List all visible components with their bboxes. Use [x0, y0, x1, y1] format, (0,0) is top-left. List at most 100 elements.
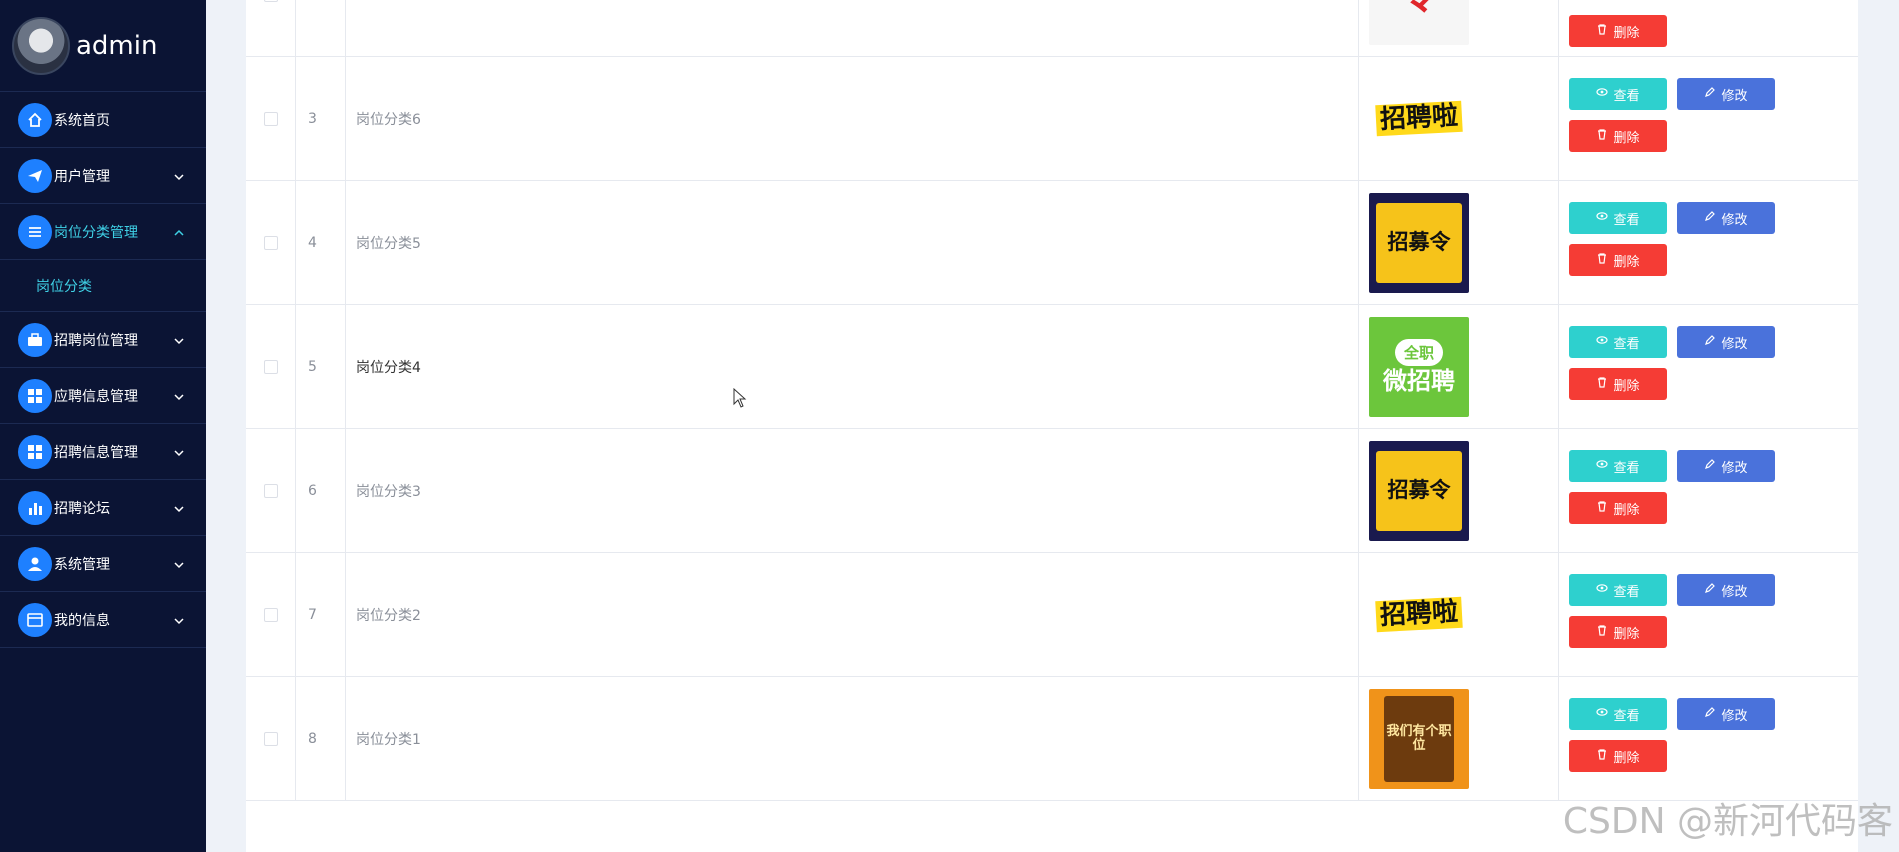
- sidebar-item-1[interactable]: 用户管理: [0, 148, 206, 204]
- sidebar-item-label: 招聘信息管理: [54, 444, 138, 461]
- sidebar-item-label: 我的信息: [54, 612, 110, 629]
- paper-plane-icon: [18, 158, 52, 193]
- avatar: [12, 16, 70, 75]
- chevron-down-icon: [172, 613, 186, 627]
- row-index: 7: [296, 553, 346, 676]
- edit-icon: [1704, 86, 1721, 102]
- trash-icon: [1596, 748, 1613, 764]
- edit-button[interactable]: 修改: [1677, 326, 1775, 358]
- sidebar-item-8[interactable]: 我的信息: [0, 592, 206, 648]
- delete-button[interactable]: 删除: [1569, 492, 1667, 524]
- trash-icon: [1596, 500, 1613, 516]
- edit-button[interactable]: 修改: [1677, 574, 1775, 606]
- view-button[interactable]: 查看: [1569, 574, 1667, 606]
- category-name: [346, 0, 1359, 56]
- sidebar-item-3[interactable]: 招聘岗位管理: [0, 312, 206, 368]
- eye-icon: [1596, 334, 1613, 350]
- sidebar-item-2[interactable]: 岗位分类管理: [0, 204, 206, 260]
- row-checkbox[interactable]: [263, 111, 278, 126]
- sidebar-item-0[interactable]: 系统首页: [0, 92, 206, 148]
- edit-button[interactable]: 修改: [1677, 698, 1775, 730]
- category-image: 招募令: [1369, 192, 1469, 293]
- category-image: 全职 微招聘: [1369, 316, 1469, 417]
- sidebar-item-4[interactable]: 应聘信息管理: [0, 368, 206, 424]
- chevron-down-icon: [172, 501, 186, 515]
- trash-icon: [1596, 128, 1613, 144]
- edit-icon: [1704, 210, 1721, 226]
- submenu-item[interactable]: 岗位分类: [0, 260, 206, 312]
- row-checkbox[interactable]: [263, 483, 278, 498]
- grid-icon: [18, 434, 52, 469]
- username: admin: [76, 30, 158, 61]
- mouse-cursor-icon: [733, 388, 747, 408]
- eye-icon: [1596, 582, 1613, 598]
- sidebar-item-label: 用户管理: [54, 168, 110, 185]
- view-button[interactable]: 查看: [1569, 326, 1667, 358]
- delete-button[interactable]: 删除: [1569, 15, 1667, 47]
- edit-icon: [1704, 582, 1721, 598]
- edit-icon: [1704, 706, 1721, 722]
- sidebar-item-label: 系统管理: [54, 556, 110, 573]
- category-image: 我们有个职位: [1369, 688, 1469, 789]
- edit-button[interactable]: 修改: [1677, 450, 1775, 482]
- category-image: 令: [1369, 0, 1469, 45]
- table-row: 6 岗位分类3 招募令 查看 修改 删除: [246, 429, 1858, 553]
- row-checkbox[interactable]: [263, 359, 278, 374]
- eye-icon: [1596, 86, 1613, 102]
- row-checkbox[interactable]: [263, 235, 278, 250]
- chevron-down-icon: [172, 445, 186, 459]
- category-image: 招聘啦: [1369, 564, 1469, 665]
- briefcase-icon: [18, 322, 52, 357]
- table-row: 7 岗位分类2 招聘啦 查看 修改 删除: [246, 553, 1858, 677]
- sidebar: admin 系统首页用户管理岗位分类管理岗位分类招聘岗位管理 应聘信息管理 招聘信息…: [0, 0, 206, 852]
- row-index: 5: [296, 305, 346, 428]
- trash-icon: [1596, 23, 1613, 39]
- row-checkbox[interactable]: [263, 731, 278, 746]
- row-index: 8: [296, 677, 346, 800]
- chevron-down-icon: [172, 169, 186, 183]
- view-button[interactable]: 查看: [1569, 78, 1667, 110]
- delete-button[interactable]: 删除: [1569, 368, 1667, 400]
- sidebar-item-5[interactable]: 招聘信息管理: [0, 424, 206, 480]
- edit-icon: [1704, 334, 1721, 350]
- card-icon: [18, 602, 52, 637]
- view-button[interactable]: 查看: [1569, 450, 1667, 482]
- table-row: 4 岗位分类5 招募令 查看 修改 删除: [246, 181, 1858, 305]
- watermark: CSDN @新河代码客: [1562, 801, 1893, 842]
- edit-button[interactable]: 修改: [1677, 78, 1775, 110]
- grid-icon: [18, 378, 52, 413]
- trash-icon: [1596, 376, 1613, 392]
- view-button[interactable]: 查看: [1569, 698, 1667, 730]
- sidebar-item-label: 岗位分类管理: [54, 224, 138, 241]
- user-icon: [18, 546, 52, 581]
- trash-icon: [1596, 624, 1613, 640]
- category-name: 岗位分类1: [346, 677, 1359, 800]
- delete-button[interactable]: 删除: [1569, 740, 1667, 772]
- row-checkbox[interactable]: [263, 607, 278, 622]
- table-row: 5 岗位分类4 全职 微招聘 查看 修改 删除: [246, 305, 1858, 429]
- category-name: 岗位分类4: [346, 305, 1359, 428]
- row-checkbox[interactable]: [263, 0, 278, 2]
- sidebar-item-label: 应聘信息管理: [54, 388, 138, 405]
- category-name: 岗位分类2: [346, 553, 1359, 676]
- delete-button[interactable]: 删除: [1569, 616, 1667, 648]
- category-name: 岗位分类3: [346, 429, 1359, 552]
- sidebar-item-6[interactable]: 招聘论坛: [0, 480, 206, 536]
- sidebar-item-label: 招聘岗位管理: [54, 332, 138, 349]
- chevron-down-icon: [172, 389, 186, 403]
- chevron-up-icon: [172, 225, 186, 239]
- view-button[interactable]: 查看: [1569, 202, 1667, 234]
- data-table: 令删除3岗位分类6招聘啦查看修改删除4岗位分类5招募令查看修改删除5岗位分类4全…: [246, 0, 1858, 852]
- sidebar-item-label: 招聘论坛: [54, 500, 110, 517]
- edit-button[interactable]: 修改: [1677, 202, 1775, 234]
- row-index: 4: [296, 181, 346, 304]
- delete-button[interactable]: 删除: [1569, 120, 1667, 152]
- row-index: [296, 0, 346, 56]
- bar-chart-icon: [18, 490, 52, 525]
- sidebar-item-7[interactable]: 系统管理: [0, 536, 206, 592]
- eye-icon: [1596, 210, 1613, 226]
- delete-button[interactable]: 删除: [1569, 244, 1667, 276]
- user-profile: admin: [0, 0, 206, 92]
- chevron-down-icon: [172, 333, 186, 347]
- eye-icon: [1596, 458, 1613, 474]
